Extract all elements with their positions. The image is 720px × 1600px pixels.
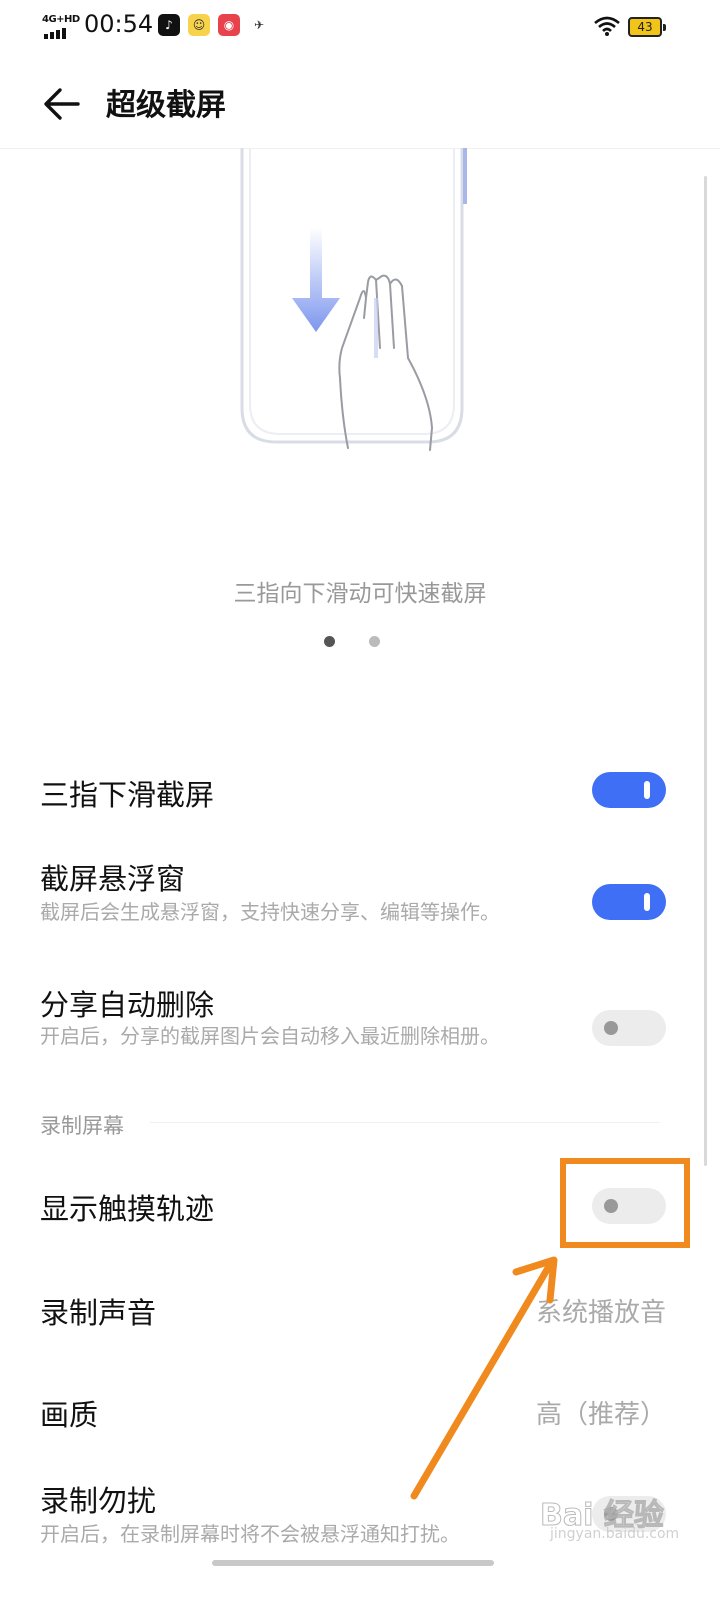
- wifi-icon: [594, 16, 620, 36]
- home-indicator[interactable]: [212, 1560, 494, 1566]
- setting-title: 显示触摸轨迹: [40, 1192, 215, 1226]
- page-title: 超级截屏: [106, 88, 226, 123]
- baidu-watermark: Bai 经验 jingyan.baidu.com: [540, 1486, 700, 1546]
- status-time: 00:54: [84, 10, 154, 38]
- setting-description: 开启后，在录制屏幕时将不会被悬浮通知打扰。: [40, 1522, 460, 1546]
- gesture-illustration: [240, 148, 467, 451]
- bird-app-icon: ✈: [253, 18, 265, 32]
- back-arrow-icon[interactable]: [40, 82, 84, 126]
- kuaishou-icon: ◉: [218, 14, 240, 36]
- tiktok-icon: ♪: [158, 14, 180, 36]
- qq-browser-icon: ☺: [188, 14, 210, 36]
- setting-title: 画质: [40, 1398, 99, 1432]
- setting-floating-window[interactable]: 截屏悬浮窗 截屏后会生成悬浮窗，支持快速分享、编辑等操作。: [0, 852, 720, 962]
- setting-record-sound[interactable]: 录制声音 系统播放音: [0, 1276, 720, 1346]
- section-header-recording: 录制屏幕: [40, 1114, 124, 1138]
- setting-auto-delete[interactable]: 分享自动删除 开启后，分享的截屏图片会自动移入最近删除相册。: [0, 978, 720, 1088]
- page-indicator[interactable]: [324, 636, 380, 647]
- title-bar: 超级截屏: [0, 56, 720, 149]
- divider: [150, 1122, 660, 1123]
- setting-three-finger[interactable]: 三指下滑截屏: [0, 760, 720, 830]
- network-indicator: 4G+HD: [42, 14, 80, 40]
- network-label: 4G+HD: [42, 14, 80, 25]
- annotation-highlight-box: [560, 1158, 690, 1248]
- notification-icons: ♪ ☺ ◉ ✈: [158, 14, 270, 36]
- page-dot-active[interactable]: [324, 636, 335, 647]
- setting-description: 开启后，分享的截屏图片会自动移入最近删除相册。: [40, 1024, 500, 1048]
- battery-icon: 43: [628, 17, 666, 37]
- auto-delete-toggle[interactable]: [592, 1010, 666, 1046]
- setting-title: 分享自动删除: [40, 988, 215, 1022]
- scrollbar[interactable]: [704, 176, 707, 1166]
- annotation-arrow-icon: [410, 1256, 558, 1500]
- toggle-knob: [604, 1021, 618, 1035]
- status-bar: 4G+HD 00:54 ♪ ☺ ◉ ✈ 43: [0, 0, 720, 56]
- three-finger-toggle[interactable]: [592, 772, 666, 808]
- setting-quality[interactable]: 画质 高（推荐）: [0, 1378, 720, 1448]
- toggle-knob: [644, 781, 650, 799]
- setting-title: 截屏悬浮窗: [40, 862, 186, 896]
- watermark-url: jingyan.baidu.com: [550, 1526, 680, 1542]
- illustration-caption: 三指向下滑动可快速截屏: [233, 581, 487, 607]
- signal-icon: [44, 28, 66, 39]
- floating-window-toggle[interactable]: [592, 884, 666, 920]
- setting-title: 三指下滑截屏: [40, 778, 215, 812]
- page-dot[interactable]: [369, 636, 380, 647]
- toggle-knob: [644, 893, 650, 911]
- setting-title: 录制勿扰: [40, 1484, 157, 1518]
- setting-description: 截屏后会生成悬浮窗，支持快速分享、编辑等操作。: [40, 900, 500, 924]
- setting-title: 录制声音: [40, 1296, 157, 1330]
